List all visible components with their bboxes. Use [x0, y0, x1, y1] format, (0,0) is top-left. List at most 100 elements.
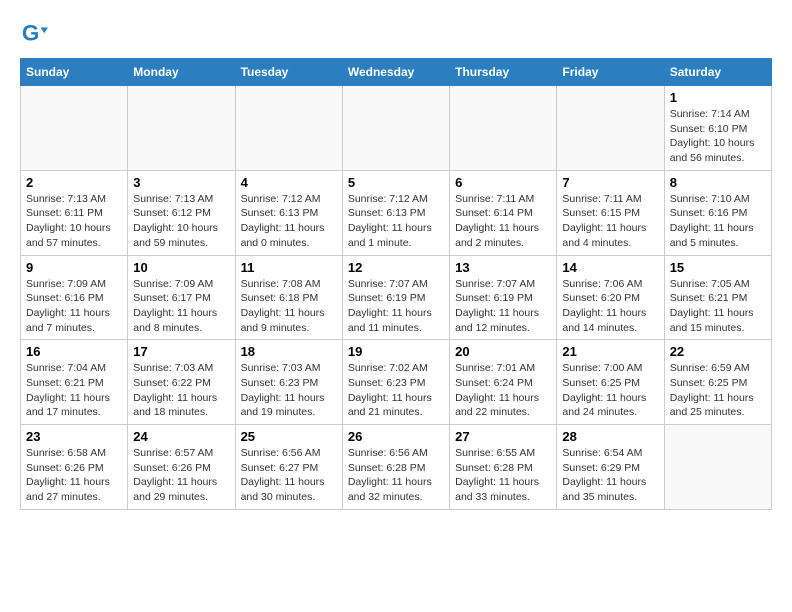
calendar-cell — [342, 86, 449, 171]
day-info: Sunrise: 6:56 AM Sunset: 6:28 PM Dayligh… — [348, 446, 444, 505]
col-header-sunday: Sunday — [21, 59, 128, 86]
logo-icon: G — [20, 20, 48, 48]
day-info: Sunrise: 7:01 AM Sunset: 6:24 PM Dayligh… — [455, 361, 551, 420]
day-info: Sunrise: 6:55 AM Sunset: 6:28 PM Dayligh… — [455, 446, 551, 505]
calendar-cell: 11 Sunrise: 7:08 AM Sunset: 6:18 PM Dayli… — [235, 255, 342, 340]
calendar-cell — [21, 86, 128, 171]
calendar-header-row: SundayMondayTuesdayWednesdayThursdayFrid… — [21, 59, 772, 86]
day-number: 5 — [348, 175, 444, 190]
calendar-cell: 26 Sunrise: 6:56 AM Sunset: 6:28 PM Dayli… — [342, 425, 449, 510]
day-number: 22 — [670, 344, 766, 359]
calendar-table: SundayMondayTuesdayWednesdayThursdayFrid… — [20, 58, 772, 510]
day-info: Sunrise: 7:04 AM Sunset: 6:21 PM Dayligh… — [26, 361, 122, 420]
calendar-cell: 25 Sunrise: 6:56 AM Sunset: 6:27 PM Dayli… — [235, 425, 342, 510]
day-info: Sunrise: 7:13 AM Sunset: 6:11 PM Dayligh… — [26, 192, 122, 251]
calendar-cell: 23 Sunrise: 6:58 AM Sunset: 6:26 PM Dayli… — [21, 425, 128, 510]
col-header-wednesday: Wednesday — [342, 59, 449, 86]
calendar-cell: 7 Sunrise: 7:11 AM Sunset: 6:15 PM Daylig… — [557, 170, 664, 255]
day-number: 8 — [670, 175, 766, 190]
day-number: 20 — [455, 344, 551, 359]
calendar-cell — [128, 86, 235, 171]
day-info: Sunrise: 7:09 AM Sunset: 6:16 PM Dayligh… — [26, 277, 122, 336]
day-number: 15 — [670, 260, 766, 275]
header: G — [20, 20, 772, 48]
calendar-cell: 15 Sunrise: 7:05 AM Sunset: 6:21 PM Dayli… — [664, 255, 771, 340]
calendar-cell: 8 Sunrise: 7:10 AM Sunset: 6:16 PM Daylig… — [664, 170, 771, 255]
day-info: Sunrise: 7:05 AM Sunset: 6:21 PM Dayligh… — [670, 277, 766, 336]
day-number: 26 — [348, 429, 444, 444]
calendar-cell — [664, 425, 771, 510]
calendar-cell: 6 Sunrise: 7:11 AM Sunset: 6:14 PM Daylig… — [450, 170, 557, 255]
day-number: 23 — [26, 429, 122, 444]
calendar-cell — [235, 86, 342, 171]
day-number: 11 — [241, 260, 337, 275]
day-number: 6 — [455, 175, 551, 190]
col-header-friday: Friday — [557, 59, 664, 86]
col-header-saturday: Saturday — [664, 59, 771, 86]
day-info: Sunrise: 7:11 AM Sunset: 6:14 PM Dayligh… — [455, 192, 551, 251]
calendar-cell: 24 Sunrise: 6:57 AM Sunset: 6:26 PM Dayli… — [128, 425, 235, 510]
calendar-cell: 21 Sunrise: 7:00 AM Sunset: 6:25 PM Dayli… — [557, 340, 664, 425]
week-row-3: 9 Sunrise: 7:09 AM Sunset: 6:16 PM Daylig… — [21, 255, 772, 340]
calendar-cell: 28 Sunrise: 6:54 AM Sunset: 6:29 PM Dayli… — [557, 425, 664, 510]
day-number: 27 — [455, 429, 551, 444]
day-info: Sunrise: 7:00 AM Sunset: 6:25 PM Dayligh… — [562, 361, 658, 420]
day-info: Sunrise: 7:03 AM Sunset: 6:23 PM Dayligh… — [241, 361, 337, 420]
day-info: Sunrise: 6:56 AM Sunset: 6:27 PM Dayligh… — [241, 446, 337, 505]
day-info: Sunrise: 6:57 AM Sunset: 6:26 PM Dayligh… — [133, 446, 229, 505]
day-info: Sunrise: 6:54 AM Sunset: 6:29 PM Dayligh… — [562, 446, 658, 505]
day-info: Sunrise: 7:06 AM Sunset: 6:20 PM Dayligh… — [562, 277, 658, 336]
day-number: 28 — [562, 429, 658, 444]
calendar-cell: 17 Sunrise: 7:03 AM Sunset: 6:22 PM Dayli… — [128, 340, 235, 425]
day-number: 18 — [241, 344, 337, 359]
week-row-2: 2 Sunrise: 7:13 AM Sunset: 6:11 PM Daylig… — [21, 170, 772, 255]
calendar-cell: 16 Sunrise: 7:04 AM Sunset: 6:21 PM Dayli… — [21, 340, 128, 425]
calendar-cell: 13 Sunrise: 7:07 AM Sunset: 6:19 PM Dayli… — [450, 255, 557, 340]
calendar-cell: 5 Sunrise: 7:12 AM Sunset: 6:13 PM Daylig… — [342, 170, 449, 255]
calendar-cell — [450, 86, 557, 171]
day-info: Sunrise: 7:12 AM Sunset: 6:13 PM Dayligh… — [348, 192, 444, 251]
col-header-tuesday: Tuesday — [235, 59, 342, 86]
day-info: Sunrise: 7:07 AM Sunset: 6:19 PM Dayligh… — [455, 277, 551, 336]
calendar-cell: 9 Sunrise: 7:09 AM Sunset: 6:16 PM Daylig… — [21, 255, 128, 340]
day-number: 17 — [133, 344, 229, 359]
day-info: Sunrise: 6:58 AM Sunset: 6:26 PM Dayligh… — [26, 446, 122, 505]
day-number: 13 — [455, 260, 551, 275]
day-info: Sunrise: 7:07 AM Sunset: 6:19 PM Dayligh… — [348, 277, 444, 336]
col-header-monday: Monday — [128, 59, 235, 86]
day-info: Sunrise: 7:08 AM Sunset: 6:18 PM Dayligh… — [241, 277, 337, 336]
day-number: 19 — [348, 344, 444, 359]
day-number: 1 — [670, 90, 766, 105]
day-number: 12 — [348, 260, 444, 275]
calendar-cell: 22 Sunrise: 6:59 AM Sunset: 6:25 PM Dayli… — [664, 340, 771, 425]
day-number: 9 — [26, 260, 122, 275]
week-row-1: 1 Sunrise: 7:14 AM Sunset: 6:10 PM Daylig… — [21, 86, 772, 171]
calendar-cell: 3 Sunrise: 7:13 AM Sunset: 6:12 PM Daylig… — [128, 170, 235, 255]
day-info: Sunrise: 6:59 AM Sunset: 6:25 PM Dayligh… — [670, 361, 766, 420]
calendar-cell: 10 Sunrise: 7:09 AM Sunset: 6:17 PM Dayli… — [128, 255, 235, 340]
calendar-cell: 18 Sunrise: 7:03 AM Sunset: 6:23 PM Dayli… — [235, 340, 342, 425]
week-row-5: 23 Sunrise: 6:58 AM Sunset: 6:26 PM Dayli… — [21, 425, 772, 510]
day-info: Sunrise: 7:13 AM Sunset: 6:12 PM Dayligh… — [133, 192, 229, 251]
day-info: Sunrise: 7:02 AM Sunset: 6:23 PM Dayligh… — [348, 361, 444, 420]
day-number: 4 — [241, 175, 337, 190]
day-number: 3 — [133, 175, 229, 190]
day-info: Sunrise: 7:09 AM Sunset: 6:17 PM Dayligh… — [133, 277, 229, 336]
logo: G — [20, 20, 52, 48]
day-number: 2 — [26, 175, 122, 190]
svg-text:G: G — [22, 21, 39, 46]
day-info: Sunrise: 7:10 AM Sunset: 6:16 PM Dayligh… — [670, 192, 766, 251]
day-info: Sunrise: 7:14 AM Sunset: 6:10 PM Dayligh… — [670, 107, 766, 166]
calendar-cell: 1 Sunrise: 7:14 AM Sunset: 6:10 PM Daylig… — [664, 86, 771, 171]
day-number: 25 — [241, 429, 337, 444]
day-number: 10 — [133, 260, 229, 275]
day-number: 7 — [562, 175, 658, 190]
day-info: Sunrise: 7:11 AM Sunset: 6:15 PM Dayligh… — [562, 192, 658, 251]
calendar-cell: 20 Sunrise: 7:01 AM Sunset: 6:24 PM Dayli… — [450, 340, 557, 425]
day-number: 16 — [26, 344, 122, 359]
day-number: 21 — [562, 344, 658, 359]
week-row-4: 16 Sunrise: 7:04 AM Sunset: 6:21 PM Dayli… — [21, 340, 772, 425]
day-number: 24 — [133, 429, 229, 444]
col-header-thursday: Thursday — [450, 59, 557, 86]
day-info: Sunrise: 7:03 AM Sunset: 6:22 PM Dayligh… — [133, 361, 229, 420]
